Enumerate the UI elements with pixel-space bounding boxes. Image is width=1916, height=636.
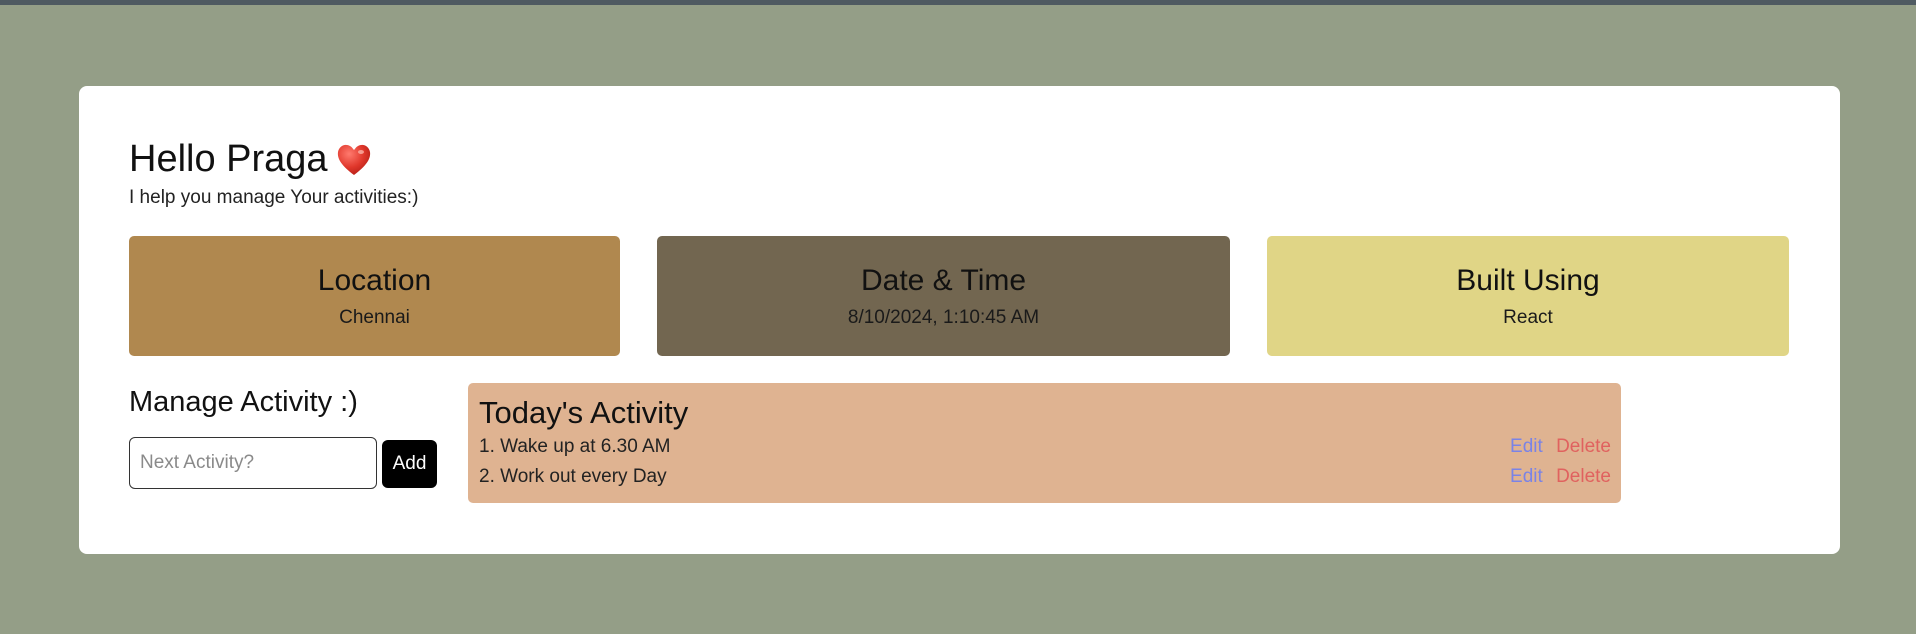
activity-actions: Edit Delete <box>1510 466 1611 488</box>
built-using-title: Built Using <box>1456 264 1600 297</box>
delete-link[interactable]: Delete <box>1556 436 1611 457</box>
edit-link[interactable]: Edit <box>1510 466 1543 487</box>
date-time-title: Date & Time <box>860 264 1027 297</box>
subtitle: I help you manage Your activities:) <box>129 187 419 208</box>
delete-link[interactable]: Delete <box>1556 466 1611 487</box>
greeting-text: Hello Praga <box>129 138 328 180</box>
activity-text: 2. Work out every Day <box>479 466 667 487</box>
add-button[interactable]: Add <box>382 440 437 488</box>
activity-actions: Edit Delete <box>1510 436 1611 458</box>
main-card: Hello Praga I help you manage Your activ… <box>79 86 1840 554</box>
edit-link[interactable]: Edit <box>1510 436 1543 457</box>
activity-text: 1. Wake up at 6.30 AM <box>479 436 671 457</box>
date-time-value: 8/10/2024, 1:10:45 AM <box>847 307 1040 328</box>
heart-icon <box>337 144 370 175</box>
built-using-card: Built Using React <box>1267 236 1789 356</box>
location-title: Location <box>317 264 432 297</box>
location-value: Chennai <box>339 307 410 328</box>
list-item: 2. Work out every Day Edit Delete <box>479 466 1611 492</box>
date-time-card: Date & Time 8/10/2024, 1:10:45 AM <box>657 236 1230 356</box>
list-item: 1. Wake up at 6.30 AM Edit Delete <box>479 436 1611 462</box>
next-activity-input[interactable] <box>129 437 377 489</box>
location-card: Location Chennai <box>129 236 620 356</box>
greeting-heading: Hello Praga <box>129 138 374 181</box>
todays-activity-title: Today's Activity <box>479 395 689 430</box>
todays-activity-panel: Today's Activity 1. Wake up at 6.30 AM E… <box>468 383 1621 503</box>
built-using-value: React <box>1503 307 1553 328</box>
manage-activity-title: Manage Activity :) <box>129 386 358 418</box>
